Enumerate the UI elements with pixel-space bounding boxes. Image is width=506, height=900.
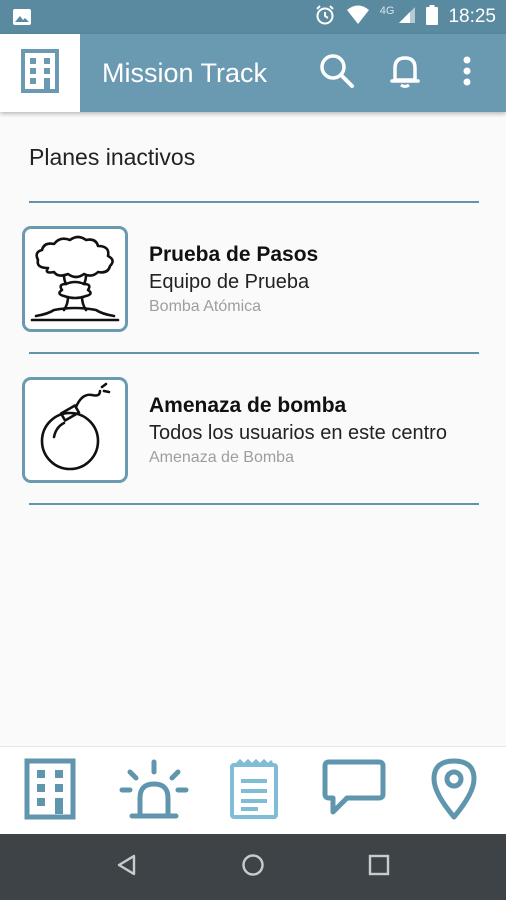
section-title: Planes inactivos [29,144,196,170]
plan-thumbnail [22,226,128,332]
app-title: Mission Track [102,58,268,88]
plan-type: Bomba Atómica [149,298,262,315]
nuclear-explosion-icon [28,230,122,329]
chat-icon [321,758,387,825]
building-icon [24,758,76,825]
nav-chat[interactable] [314,747,394,835]
nav-plans[interactable] [214,747,294,835]
bomb-icon [30,381,120,480]
nav-alerts[interactable] [114,747,194,835]
alarm-icon [314,4,336,31]
plan-team: Equipo de Prueba [149,271,310,293]
alarm-light-icon [118,758,190,825]
home-icon [241,853,265,882]
divider [29,201,479,203]
bottom-navigation [0,746,506,835]
bell-icon [389,53,421,94]
divider [29,352,479,354]
network-type: 4G [379,5,395,17]
home-button[interactable] [223,834,283,900]
location-pin-icon [430,757,478,826]
wifi-icon [346,5,370,30]
plan-list-item[interactable]: Amenaza de bomba Todos los usuarios en e… [0,377,506,487]
plan-name: Prueba de Pasos [149,243,319,266]
nav-location[interactable] [414,747,494,835]
status-bar: 4G 18:25 [0,0,506,34]
app-bar: Mission Track [0,34,506,112]
system-navigation-bar [0,834,506,900]
plan-team: Todos los usuarios en este centro [149,422,447,444]
image-notification-icon [12,8,32,31]
more-options-button[interactable] [442,34,492,112]
back-button[interactable] [96,834,156,900]
app-logo[interactable] [0,34,80,112]
search-button[interactable] [312,34,362,112]
more-vert-icon [462,56,472,91]
recents-button[interactable] [349,834,409,900]
divider [29,503,479,505]
nav-buildings[interactable] [10,747,90,835]
plan-list-item[interactable]: Prueba de Pasos Equipo de Prueba Bomba A… [0,226,506,336]
back-icon [115,853,137,882]
search-icon [319,53,355,94]
recents-icon [368,854,390,881]
plan-type: Amenaza de Bomba [149,449,294,466]
status-time: 18:25 [448,6,496,27]
building-icon [20,48,60,98]
clipboard-icon [228,757,280,826]
battery-icon [426,4,439,30]
plan-thumbnail [22,377,128,483]
signal-icon [398,6,416,29]
plan-name: Amenaza de bomba [149,394,347,417]
notifications-button[interactable] [380,34,430,112]
